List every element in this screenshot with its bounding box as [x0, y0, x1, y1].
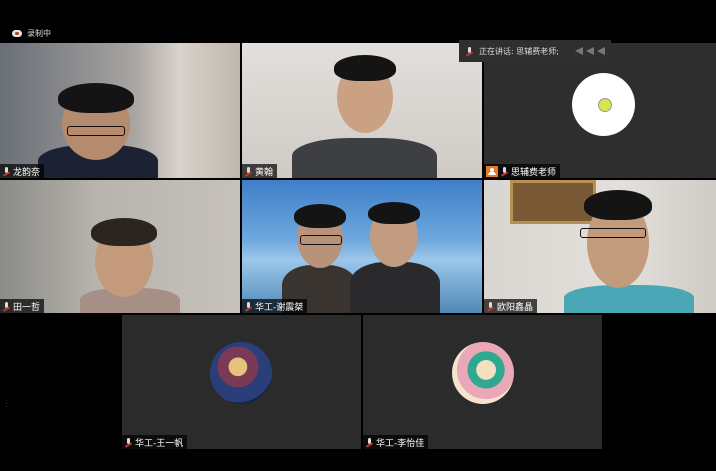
mic-muted-icon — [244, 301, 253, 311]
participant-name: 黄翰 — [255, 167, 274, 178]
volume-icon — [586, 47, 594, 55]
person-hair — [334, 55, 396, 81]
volume-icon — [575, 47, 583, 55]
mic-icon — [500, 166, 509, 176]
glasses — [300, 235, 342, 245]
participant-name-tag: 华工-谢震桀 — [242, 299, 308, 313]
mic-muted-icon — [486, 301, 495, 311]
participant-name: 华工-谢震桀 — [255, 302, 304, 313]
top-bar: 录制中 — [0, 0, 716, 42]
participant-name-tag: 欧阳鑫晶 — [484, 299, 538, 313]
record-icon — [12, 29, 22, 37]
person-hair — [294, 204, 346, 228]
glasses — [67, 126, 125, 136]
participant-name: 华工-王一帆 — [135, 438, 184, 449]
mic-icon — [465, 46, 474, 56]
person-hair — [368, 202, 420, 224]
speaking-indicator: 正在讲话: 思辅费老师; — [459, 40, 611, 62]
host-icon — [486, 165, 498, 177]
participant-name: 华工-李怡佳 — [376, 438, 425, 449]
participant-name: 田一哲 — [13, 302, 41, 313]
participant-name-tag: 黄翰 — [242, 164, 278, 178]
video-tile-5[interactable]: 华工-谢震桀 — [242, 180, 482, 313]
mic-muted-icon — [244, 166, 253, 176]
volume-icon — [597, 47, 605, 55]
mic-muted-icon — [2, 301, 11, 311]
video-tile-4[interactable]: 田一哲 — [0, 180, 240, 313]
glasses — [580, 228, 646, 238]
participant-name-tag: 华工-王一帆 — [122, 435, 188, 449]
speaking-dot — [598, 98, 612, 112]
collapsed-panel-handle[interactable]: · · · — [6, 399, 16, 410]
person-hair — [584, 190, 652, 220]
recording-indicator[interactable]: 录制中 — [12, 26, 51, 40]
mic-muted-icon — [124, 437, 133, 447]
participant-name-tag: 田一哲 — [0, 299, 45, 313]
avatar — [210, 342, 272, 404]
participant-name: 思辅费老师 — [511, 167, 557, 178]
person-hair — [91, 218, 157, 246]
video-tile-1[interactable]: 龙韵奈 — [0, 43, 240, 178]
person-body — [564, 285, 694, 313]
participant-name-tag: 龙韵奈 — [0, 164, 45, 178]
participant-name-tag: 思辅费老师 — [484, 164, 561, 178]
recording-label: 录制中 — [27, 28, 51, 38]
video-tile-8[interactable]: 华工-李怡佳 — [363, 315, 602, 449]
video-tile-6[interactable]: 欧阳鑫晶 — [484, 180, 716, 313]
participant-name: 欧阳鑫晶 — [497, 302, 534, 313]
person-body — [350, 262, 440, 313]
speaking-label: 正在讲话: 思辅费老师; — [479, 46, 559, 56]
video-tile-2[interactable]: 黄翰 — [242, 43, 482, 178]
speaker-controls[interactable] — [575, 47, 605, 55]
person-body — [292, 138, 437, 178]
wall-painting — [510, 180, 596, 224]
participant-name: 龙韵奈 — [13, 167, 41, 178]
person-hair — [58, 83, 134, 113]
mic-muted-icon — [2, 166, 11, 176]
participant-name-tag: 华工-李怡佳 — [363, 435, 429, 449]
avatar — [452, 342, 514, 404]
video-tile-7[interactable]: 华工-王一帆 — [122, 315, 361, 449]
mic-muted-icon — [365, 437, 374, 447]
